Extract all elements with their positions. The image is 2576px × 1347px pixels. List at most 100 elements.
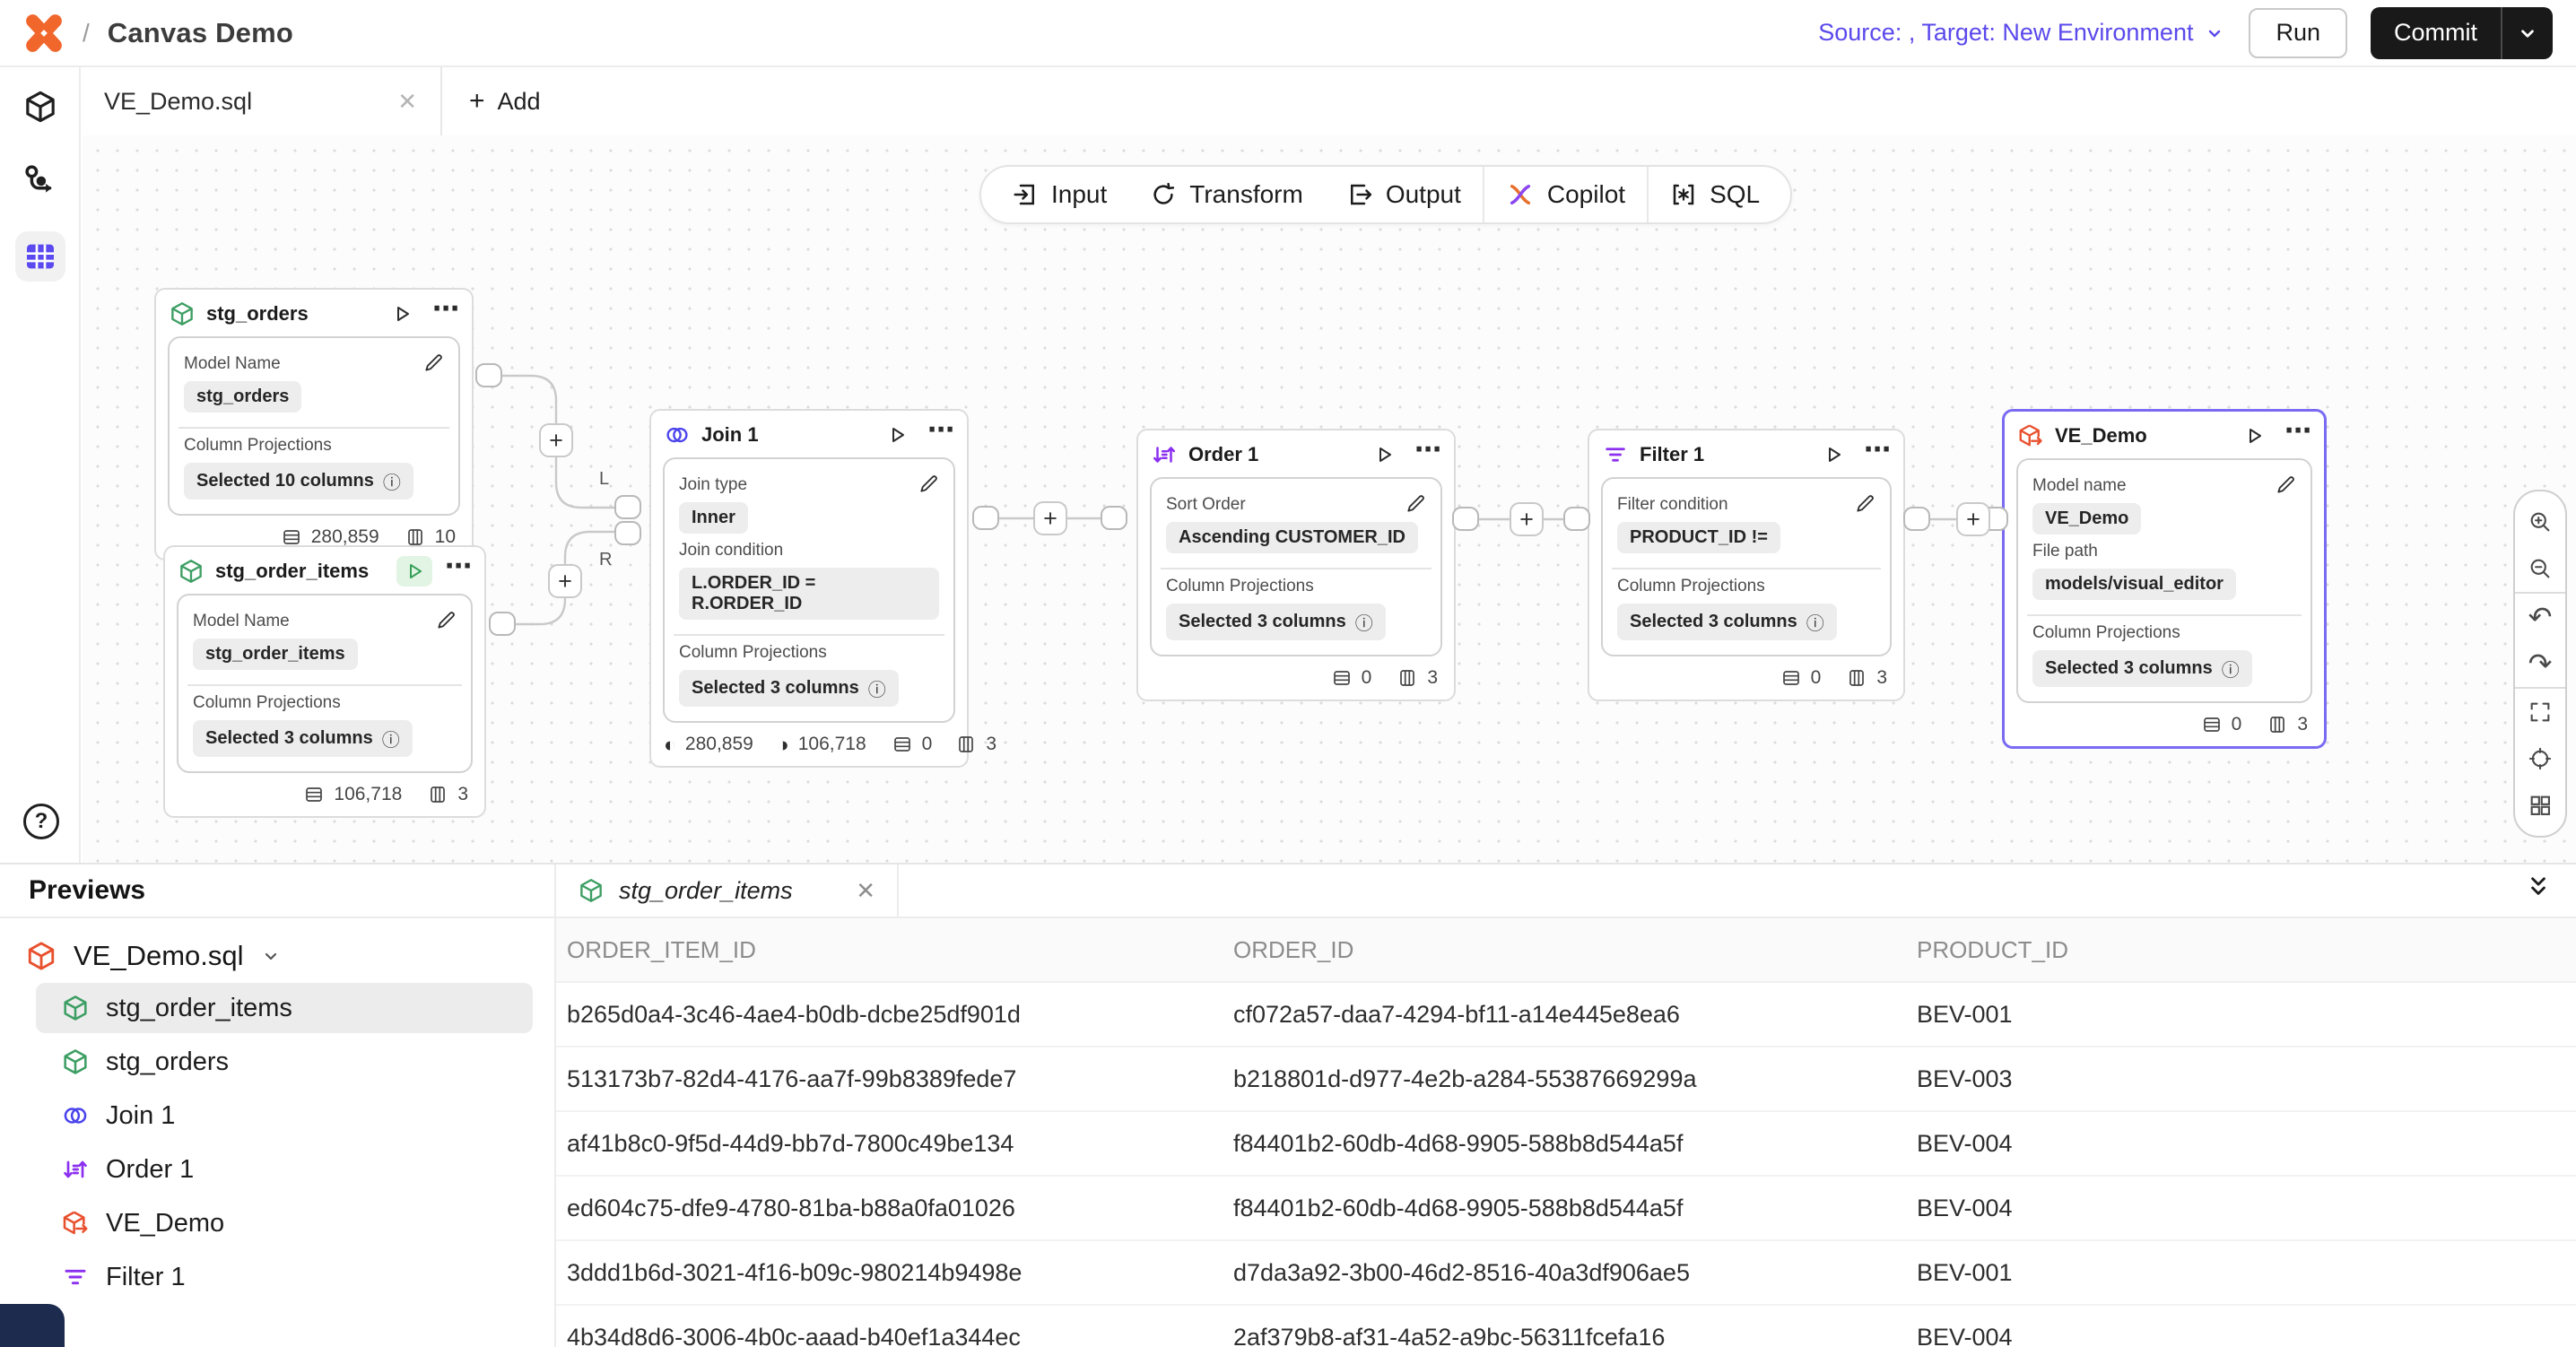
node-order-1[interactable]: Order 1 ⋯ Sort Order Ascending CUSTOMER_… xyxy=(1136,429,1456,701)
output-button[interactable]: Output xyxy=(1325,167,1483,222)
run-button[interactable]: Run xyxy=(2249,8,2347,58)
node-menu-button[interactable]: ⋯ xyxy=(445,562,472,580)
locate-button[interactable] xyxy=(2515,735,2565,782)
port-join-out[interactable] xyxy=(972,506,999,530)
add-node-on-edge-button[interactable]: + xyxy=(1510,502,1544,536)
node-stg-orders[interactable]: stg_orders ⋯ Model Name stg_orders Colum… xyxy=(154,288,474,561)
sidebar-item-visual-editor[interactable] xyxy=(15,231,65,282)
node-join-1[interactable]: Join 1 ⋯ Join type Inner Join condition … xyxy=(649,409,969,768)
fit-view-button[interactable] xyxy=(2515,689,2565,735)
node-stg-order-items[interactable]: stg_order_items ⋯ Model Name stg_order_i… xyxy=(163,545,486,818)
sidebar-item-lineage[interactable] xyxy=(15,155,65,205)
environment-selector[interactable]: Source: , Target: New Environment xyxy=(1818,19,2225,47)
file-path-pill[interactable]: models/visual_editor xyxy=(2032,569,2236,600)
commit-button[interactable]: Commit xyxy=(2371,7,2501,59)
port-join-right-in[interactable] xyxy=(614,521,641,545)
add-node-on-edge-button[interactable]: + xyxy=(1956,502,1990,536)
undo-button[interactable]: ↶ xyxy=(2515,594,2565,640)
edit-pencil-icon[interactable] xyxy=(2275,473,2298,496)
node-menu-button[interactable]: ⋯ xyxy=(2284,427,2311,445)
node-ve-demo[interactable]: VE_Demo ⋯ Model name VE_Demo File path m… xyxy=(2002,409,2327,749)
node-run-button[interactable] xyxy=(879,420,915,450)
column-projections-pill[interactable]: Selected 10 columns ⓘ xyxy=(184,463,413,500)
edit-pencil-icon[interactable] xyxy=(435,608,458,631)
column-projections-pill[interactable]: Selected 3 columns ⓘ xyxy=(1166,604,1386,640)
redo-button[interactable]: ↷ xyxy=(2515,640,2565,687)
transform-button[interactable]: Transform xyxy=(1128,167,1325,222)
tree-item-ve-demo[interactable]: VE_Demo xyxy=(36,1198,533,1248)
info-icon: ⓘ xyxy=(383,468,401,494)
port-join-left-in[interactable] xyxy=(614,495,641,519)
chevron-down-icon[interactable] xyxy=(260,945,282,967)
crosshair-icon xyxy=(2528,746,2553,771)
edit-pencil-icon[interactable] xyxy=(1854,491,1877,515)
canvas[interactable]: Input Transform Output Copilot xyxy=(83,135,2576,863)
tree-item-stg-order-items[interactable]: stg_order_items xyxy=(36,983,533,1033)
play-icon xyxy=(391,303,413,325)
sort-order-pill[interactable]: Ascending CUSTOMER_ID xyxy=(1166,522,1418,553)
node-menu-button[interactable]: ⋯ xyxy=(927,426,954,444)
grid-view-button[interactable] xyxy=(2515,782,2565,829)
zoom-in-button[interactable] xyxy=(2515,499,2565,545)
port-order-in[interactable] xyxy=(1101,506,1127,530)
port-stg-orders-out[interactable] xyxy=(475,363,502,387)
cell: af41b8c0-9f5d-44d9-bb7d-7800c49be134 xyxy=(556,1130,1233,1158)
play-icon xyxy=(1823,444,1844,465)
column-projections-pill[interactable]: Selected 3 columns ⓘ xyxy=(193,720,413,757)
collapse-panel-button[interactable] xyxy=(2524,872,2553,904)
node-menu-button[interactable]: ⋯ xyxy=(432,305,459,323)
commit-caret-button[interactable] xyxy=(2502,7,2553,59)
chat-widget[interactable] xyxy=(0,1304,65,1347)
add-tab-button[interactable]: + Add xyxy=(442,67,568,135)
input-button[interactable]: Input xyxy=(990,167,1128,222)
tree-item-stg-orders[interactable]: stg_orders xyxy=(36,1037,533,1087)
column-projections-pill[interactable]: Selected 3 columns ⓘ xyxy=(1617,604,1837,640)
node-run-button[interactable] xyxy=(384,299,420,329)
tree-root-ve-demo-sql[interactable]: VE_Demo.sql xyxy=(0,933,554,981)
add-node-on-edge-button[interactable]: + xyxy=(539,423,573,457)
tree-item-order-1[interactable]: Order 1 xyxy=(36,1144,533,1195)
model-name-pill[interactable]: VE_Demo xyxy=(2032,503,2141,534)
preview-tab-stg-order-items[interactable]: stg_order_items ✕ xyxy=(556,865,899,917)
edit-pencil-icon[interactable] xyxy=(422,351,446,374)
edit-pencil-icon[interactable] xyxy=(1405,491,1428,515)
port-filter-in[interactable] xyxy=(1563,507,1590,531)
node-run-button[interactable] xyxy=(396,556,432,587)
sidebar-item-models[interactable] xyxy=(15,82,65,132)
model-name-pill[interactable]: stg_order_items xyxy=(193,639,358,670)
join-condition-pill[interactable]: L.ORDER_ID = R.ORDER_ID xyxy=(679,568,939,620)
tab-ve-demo-sql[interactable]: VE_Demo.sql ✕ xyxy=(81,67,442,135)
sql-button[interactable]: SQL xyxy=(1649,167,1781,222)
node-menu-button[interactable]: ⋯ xyxy=(1864,446,1891,464)
add-node-on-edge-button[interactable]: + xyxy=(1033,501,1067,535)
close-icon[interactable]: ✕ xyxy=(397,88,417,116)
node-run-button[interactable] xyxy=(1366,439,1402,470)
filter-condition-pill[interactable]: PRODUCT_ID != xyxy=(1617,522,1780,553)
zoom-out-button[interactable] xyxy=(2515,545,2565,592)
copilot-button[interactable]: Copilot xyxy=(1484,167,1647,222)
column-projections-pill[interactable]: Selected 3 columns ⓘ xyxy=(679,670,899,707)
add-node-on-edge-button[interactable]: + xyxy=(548,564,582,598)
app-logo-icon[interactable] xyxy=(23,13,65,54)
close-icon[interactable]: ✕ xyxy=(856,877,875,905)
port-filter-out[interactable] xyxy=(1903,507,1930,531)
model-name-pill[interactable]: stg_orders xyxy=(184,381,301,413)
transform-label: Transform xyxy=(1189,180,1303,209)
join-type-pill[interactable]: Inner xyxy=(679,502,748,534)
play-icon xyxy=(404,561,425,582)
help-button[interactable]: ? xyxy=(23,804,59,839)
edit-pencil-icon[interactable] xyxy=(918,472,941,495)
node-run-button[interactable] xyxy=(2236,421,2272,451)
node-menu-button[interactable]: ⋯ xyxy=(1414,446,1441,464)
port-order-out[interactable] xyxy=(1452,507,1479,531)
tree-item-join-1[interactable]: Join 1 xyxy=(36,1091,533,1141)
tab-label: VE_Demo.sql xyxy=(104,88,252,116)
tree-item-filter-1[interactable]: Filter 1 xyxy=(36,1252,533,1302)
node-run-button[interactable] xyxy=(1815,439,1851,470)
column-projections-pill[interactable]: Selected 3 columns ⓘ xyxy=(2032,650,2252,687)
table-row: 4b34d8d6-3006-4b0c-aaad-b40ef1a344ec 2af… xyxy=(556,1306,2576,1347)
port-stg-order-items-out[interactable] xyxy=(489,612,516,636)
divider xyxy=(674,634,944,636)
node-filter-1[interactable]: Filter 1 ⋯ Filter condition PRODUCT_ID !… xyxy=(1588,429,1905,701)
field-label: Sort Order xyxy=(1166,495,1426,515)
